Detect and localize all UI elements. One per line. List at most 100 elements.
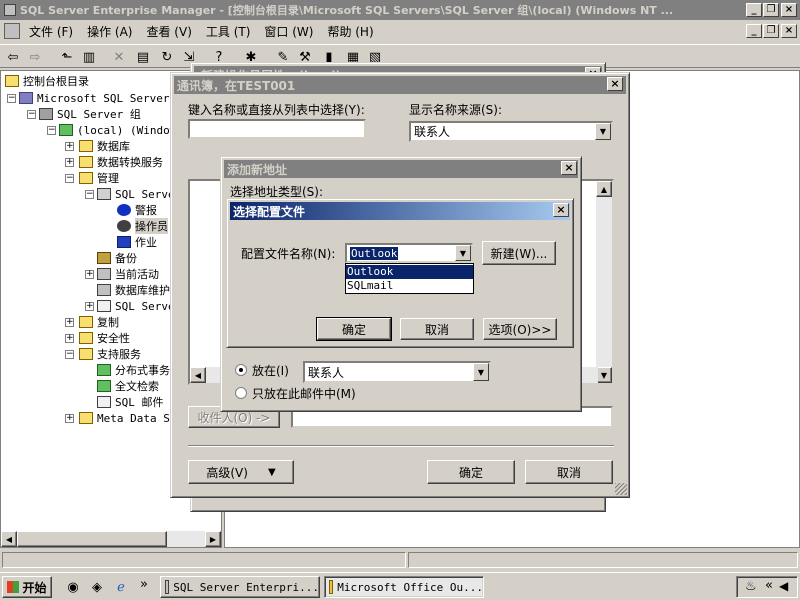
collapse-toggle[interactable]: − [27,110,36,119]
forward-icon[interactable]: ⇨ [26,48,44,66]
profile-option-sqlmail[interactable]: SQLmail [346,279,473,293]
minimize-button[interactable]: _ [746,3,762,17]
task-sql-server[interactable]: SQL Server Enterpri... [160,576,320,598]
show-tree-icon[interactable]: ▥ [80,48,98,66]
delete-icon[interactable]: ✕ [110,48,128,66]
chevron-down-icon[interactable]: ▼ [595,123,611,140]
tree-item-server-group[interactable]: SQL Server 组 [39,106,141,122]
expand-toggle[interactable]: + [85,270,94,279]
tray-icon[interactable]: ♨ [745,579,757,594]
back-icon[interactable]: ⇦ [4,48,22,66]
expand-toggle[interactable]: + [65,142,74,151]
tree-item-sql-mail[interactable]: SQL 邮件 [97,394,164,410]
source-select[interactable]: 联系人 ▼ [409,121,613,142]
menu-tools[interactable]: 工具 (T) [199,23,258,40]
menu-window[interactable]: 窗口 (W) [257,23,320,40]
profile-ok-button[interactable]: 确定 [316,317,392,341]
close-icon[interactable]: × [561,161,577,175]
menu-file[interactable]: 文件 (F) [22,23,80,40]
tree-item-dts[interactable]: 数据转换服务 [79,154,163,170]
tree-hscrollbar[interactable]: ◀ ▶ [1,531,221,547]
tree-item-management[interactable]: 管理 [79,170,119,186]
address-book-ok-button[interactable]: 确定 [427,460,515,484]
expand-toggle[interactable]: + [65,414,74,423]
main-title-bar[interactable]: SQL Server Enterprise Manager - [控制台根目录\… [0,0,800,20]
collapse-toggle[interactable]: − [65,174,74,183]
profile-select[interactable]: Outlook ▼ [345,243,473,263]
collapse-toggle[interactable]: − [47,126,56,135]
select-profile-title[interactable]: 选择配置文件 [230,202,570,220]
put-in-radio[interactable] [235,364,247,376]
tree-item-sql-servers[interactable]: Microsoft SQL Servers [19,90,176,106]
expand-toggle[interactable]: + [65,334,74,343]
scroll-left-button[interactable]: ◀ [190,367,206,383]
quicklaunch-icon-1[interactable]: ◉ [64,578,82,596]
tree-item-jobs[interactable]: 作业 [117,234,157,250]
expand-toggle[interactable]: + [65,158,74,167]
collapse-toggle[interactable]: − [7,94,16,103]
speaker-icon[interactable]: ◀ [779,579,788,593]
address-book-title[interactable]: 通讯簿，在TEST001 [174,76,626,94]
expand-toggle[interactable]: + [65,318,74,327]
ie-icon[interactable]: ℯ [112,578,130,596]
list-vscrollbar[interactable]: ▲ ▼ [596,181,612,383]
tree-item-backup[interactable]: 备份 [97,250,137,266]
quicklaunch-chevron[interactable]: » [140,577,148,592]
scroll-right-button[interactable]: ▶ [205,531,221,547]
close-icon[interactable]: × [607,77,623,91]
expand-toggle[interactable]: + [85,302,94,311]
properties-icon[interactable]: ▤ [134,48,152,66]
child-minimize-button[interactable]: _ [746,24,762,38]
up-folder-icon[interactable]: ⬑ [58,48,76,66]
profile-options-button[interactable]: 选项(O)>> [483,318,557,340]
tree-item-fulltext[interactable]: 全文检索 [97,378,159,394]
only-this-message-radio[interactable] [235,387,247,399]
tree-item-dtc[interactable]: 分布式事务 [97,362,170,378]
menu-view[interactable]: 查看 (V) [139,23,198,40]
name-input[interactable] [188,119,366,139]
profile-option-outlook[interactable]: Outlook [346,265,473,279]
new-address-title[interactable]: 添加新地址 [224,160,578,178]
task-outlook[interactable]: Microsoft Office Ou... [324,576,484,598]
tree-item-current-activity[interactable]: 当前活动 [97,266,159,282]
advanced-button[interactable]: 高级(V) ▼ [188,460,294,484]
refresh-icon[interactable]: ↻ [158,48,176,66]
tree-item-operators[interactable]: 操作员 [117,218,168,234]
child-restore-button[interactable]: ❐ [763,24,779,38]
put-in-select[interactable]: 联系人 ▼ [303,361,491,383]
chevron-down-icon[interactable]: ▼ [473,363,489,381]
scroll-down-button[interactable]: ▼ [596,367,612,383]
start-button[interactable]: 开始 [2,576,52,598]
close-icon[interactable]: × [553,203,569,217]
collapse-toggle[interactable]: − [85,190,94,199]
tree-item-meta-data[interactable]: Meta Data Se [79,410,176,426]
tree-item-sql-agent[interactable]: SQL Serve [97,186,175,202]
tree-item-databases[interactable]: 数据库 [79,138,130,154]
scroll-thumb[interactable] [17,531,167,547]
chevron-down-icon[interactable]: ▼ [455,245,471,261]
collapse-toggle[interactable]: − [65,350,74,359]
resize-grip-icon[interactable] [615,483,627,495]
quicklaunch-icon-2[interactable]: ◈ [88,578,106,596]
tree-item-local-server[interactable]: (local) (Window [59,122,176,138]
tree-item-support-services[interactable]: 支持服务 [79,346,141,362]
close-button[interactable]: × [781,3,797,17]
new-profile-button[interactable]: 新建(W)... [482,241,556,265]
child-close-button[interactable]: × [781,24,797,38]
profile-dropdown-list[interactable]: Outlook SQLmail [345,263,474,294]
tree-item-maintenance[interactable]: 数据库维护 [97,282,170,298]
tree-item-security[interactable]: 安全性 [79,330,130,346]
profile-cancel-button[interactable]: 取消 [400,318,474,340]
tree-item-sql-logs[interactable]: SQL Serve [97,298,175,314]
restore-button[interactable]: ❐ [763,3,779,17]
scroll-up-button[interactable]: ▲ [596,181,612,197]
address-book-cancel-button[interactable]: 取消 [525,460,613,484]
tray-chevron[interactable]: « [765,578,773,593]
scroll-left-button[interactable]: ◀ [1,531,17,547]
menu-help[interactable]: 帮助 (H) [320,23,380,40]
menu-action[interactable]: 操作 (A) [80,23,139,40]
tree-item-root[interactable]: 控制台根目录 [5,73,89,89]
tree-item-replication[interactable]: 复制 [79,314,119,330]
tree-item-alerts[interactable]: 警报 [117,202,157,218]
status-bar [0,550,800,570]
